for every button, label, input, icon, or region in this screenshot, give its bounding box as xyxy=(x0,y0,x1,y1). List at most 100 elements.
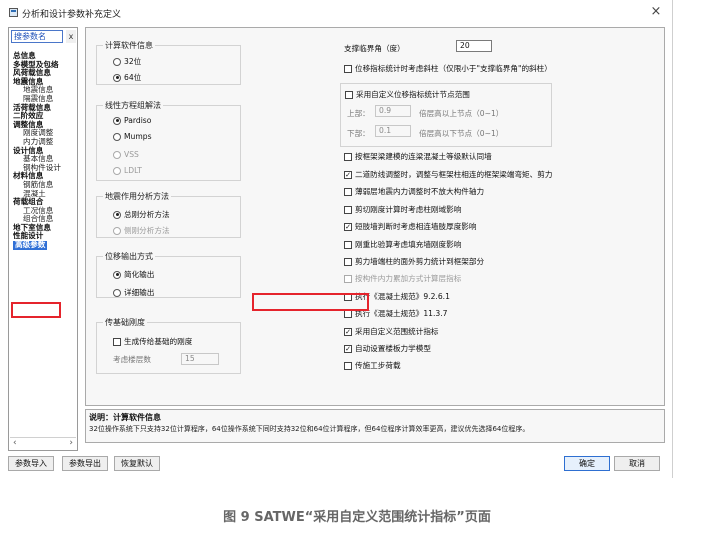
group-disp-output: 位移输出方式 简化输出 详细输出 xyxy=(96,251,241,298)
radio-pardiso[interactable]: Pardiso xyxy=(113,116,151,125)
checkbox-icon xyxy=(345,90,353,99)
check-disp-slanted-column[interactable]: 位移指标统计时考虑斜柱（仅限小于"支撑临界角"的斜柱） xyxy=(344,63,552,74)
option-checkbox[interactable]: 按框架梁建模的连梁混凝土等级默认同墙 xyxy=(344,151,492,162)
option-label: 自动设置楼板力学模型 xyxy=(355,344,431,353)
option-checkbox[interactable]: 刚重比验算考虑填充墙刚度影响 xyxy=(344,239,461,250)
checkbox-icon xyxy=(344,64,352,73)
group-title: 计算软件信息 xyxy=(103,40,155,51)
radio-icon xyxy=(113,288,121,297)
support-angle-input[interactable]: 20 xyxy=(456,40,492,52)
upper-note: 倍层高以上节点（0~1） xyxy=(419,109,504,118)
option-checkbox[interactable]: ✓ 采用自定义范围统计指标 xyxy=(344,326,439,337)
group-custom-range: 采用自定义位移指标统计节点范围 上部： 0.9 倍层高以上节点（0~1） 下部：… xyxy=(340,83,552,147)
left-nav-panel: 搜参数名 x 总信息 多模型及包络 风荷载信息 地震信息 地震信息 隔震信息 活荷载信息 二阶… xyxy=(8,27,78,451)
radio-lateral-stiffness: 侧刚分析方法 xyxy=(113,225,170,236)
floors-input[interactable]: 15 xyxy=(181,353,219,365)
checkbox-icon xyxy=(344,257,352,266)
check-base-stiffness[interactable]: 生成传给基础的刚度 xyxy=(113,336,192,347)
nav-item-label: 高级参数 xyxy=(13,240,48,250)
checkbox-icon xyxy=(344,361,352,370)
window-title: 分析和设计参数补充定义 xyxy=(22,10,122,20)
app-icon xyxy=(9,8,18,17)
radio-ldlt: LDLT xyxy=(113,166,142,175)
checkbox-icon xyxy=(344,187,352,196)
option-label: 薄弱层地震内力调整时不放大构件轴力 xyxy=(355,187,485,196)
option-label: 剪切刚度计算时考虑柱刚域影响 xyxy=(355,205,462,214)
option-checkbox[interactable]: 剪切刚度计算时考虑柱刚域影响 xyxy=(344,204,461,215)
radio-32bit[interactable]: 32位 xyxy=(113,56,141,67)
option-checkbox[interactable]: ✓ 短肢墙判断时考虑相连墙肢厚度影响 xyxy=(344,221,477,232)
option-checkbox[interactable]: 传施工步荷载 xyxy=(344,360,401,371)
group-base-stiffness: 传基础刚度 生成传给基础的刚度 考虑楼层数 15 xyxy=(96,317,241,374)
group-title: 地震作用分析方法 xyxy=(103,191,171,202)
lower-label: 下部： xyxy=(347,129,370,138)
checkbox-icon xyxy=(344,205,352,214)
radio-mumps[interactable]: Mumps xyxy=(113,132,152,141)
checkbox-icon xyxy=(344,152,352,161)
radio-icon xyxy=(113,132,121,141)
checkbox-icon xyxy=(344,240,352,249)
close-icon[interactable]: × xyxy=(648,4,664,20)
description-title: 说明：计算软件信息 xyxy=(89,413,161,422)
figure-caption: 图 9 SATWE“采用自定义范围统计指标”页面 xyxy=(223,510,491,525)
option-label: 执行《混凝土规范》9.2.6.1 xyxy=(355,292,450,301)
main-panel: 计算软件信息 32位 64位 线性方程组解法 Pardiso Mumps VSS… xyxy=(85,27,665,406)
upper-input[interactable]: 0.9 xyxy=(375,105,411,117)
option-label: 刚重比验算考虑填充墙刚度影响 xyxy=(355,240,462,249)
radio-64bit[interactable]: 64位 xyxy=(113,72,141,83)
title-bar: 分析和设计参数补充定义 × xyxy=(0,0,672,24)
description-panel: 说明：计算软件信息 32位操作系统下只支持32位计算程序，64位操作系统下同时支… xyxy=(85,409,665,443)
import-button[interactable]: 参数导入 xyxy=(8,456,54,471)
option-label: 短肢墙判断时考虑相连墙肢厚度影响 xyxy=(355,222,477,231)
parameter-dialog: 分析和设计参数补充定义 × 搜参数名 x 总信息 多模型及包络 风荷载信息 地震信息地… xyxy=(0,0,673,478)
option-checkbox[interactable]: 剪力墙端柱的面外剪力统计到框架部分 xyxy=(344,256,484,267)
nav-tree: 总信息 多模型及包络 风荷载信息 地震信息 地震信息 隔震信息 活荷载信息 二阶效应 调整信息刚… xyxy=(13,51,75,250)
group-calc-software: 计算软件信息 32位 64位 xyxy=(96,40,241,85)
radio-checked-icon xyxy=(113,73,121,82)
radio-icon xyxy=(113,150,121,159)
scroll-left-icon[interactable]: ‹ xyxy=(13,438,17,448)
lower-input[interactable]: 0.1 xyxy=(375,125,411,137)
option-checkbox[interactable]: 薄弱层地震内力调整时不放大构件轴力 xyxy=(344,186,484,197)
radio-icon xyxy=(113,166,121,175)
nav-item[interactable]: 高级参数 xyxy=(13,240,75,250)
option-label: 采用自定义范围统计指标 xyxy=(355,327,439,336)
scroll-right-icon[interactable]: › xyxy=(69,438,73,448)
option-checkbox[interactable]: ✓ 自动设置楼板力学模型 xyxy=(344,343,431,354)
cancel-button[interactable]: 取消 xyxy=(614,456,660,471)
checkbox-checked-icon: ✓ xyxy=(344,344,352,353)
search-clear-button[interactable]: x xyxy=(66,30,76,43)
group-title: 传基础刚度 xyxy=(103,317,147,328)
horizontal-scrollbar[interactable]: ‹ › xyxy=(10,437,76,450)
radio-icon xyxy=(113,226,121,235)
export-button[interactable]: 参数导出 xyxy=(62,456,108,471)
radio-vss: VSS xyxy=(113,150,139,159)
highlight-box-option xyxy=(252,293,369,311)
highlight-box-nav xyxy=(11,302,61,318)
restore-default-button[interactable]: 恢复默认 xyxy=(114,456,160,471)
radio-checked-icon xyxy=(113,270,121,279)
option-label: 按框架梁建模的连梁混凝土等级默认同墙 xyxy=(355,152,492,161)
ok-button[interactable]: 确定 xyxy=(564,456,610,471)
search-input[interactable]: 搜参数名 xyxy=(11,30,63,43)
floors-label: 考虑楼层数 xyxy=(113,355,151,364)
radio-detailed-output[interactable]: 详细输出 xyxy=(113,287,154,298)
option-label: 剪力墙端柱的面外剪力统计到框架部分 xyxy=(355,257,485,266)
checkbox-checked-icon: ✓ xyxy=(344,327,352,336)
check-custom-disp-range[interactable]: 采用自定义位移指标统计节点范围 xyxy=(345,89,470,100)
group-title: 位移输出方式 xyxy=(103,251,155,262)
checkbox-checked-icon: ✓ xyxy=(344,170,352,179)
group-solver: 线性方程组解法 Pardiso Mumps VSS LDLT xyxy=(96,100,241,181)
option-checkbox[interactable]: ✓ 二道防线调整时，调整与框架柱相连的框架梁端弯矩、剪力 xyxy=(344,169,552,180)
option-label: 按构件内力累加方式计算层指标 xyxy=(355,274,462,283)
radio-checked-icon xyxy=(113,210,121,219)
radio-simple-output[interactable]: 简化输出 xyxy=(113,269,154,280)
description-text: 32位操作系统下只支持32位计算程序，64位操作系统下同时支持32位和64位计算… xyxy=(89,425,530,433)
support-angle-label: 支撑临界角（度） xyxy=(344,44,405,53)
checkbox-icon xyxy=(113,337,121,346)
radio-checked-icon xyxy=(113,116,121,125)
option-label: 二道防线调整时，调整与框架柱相连的框架梁端弯矩、剪力 xyxy=(355,170,553,179)
checkbox-icon xyxy=(344,274,352,283)
radio-total-stiffness[interactable]: 总刚分析方法 xyxy=(113,209,170,220)
lower-note: 倍层高以下节点（0~1） xyxy=(419,129,504,138)
